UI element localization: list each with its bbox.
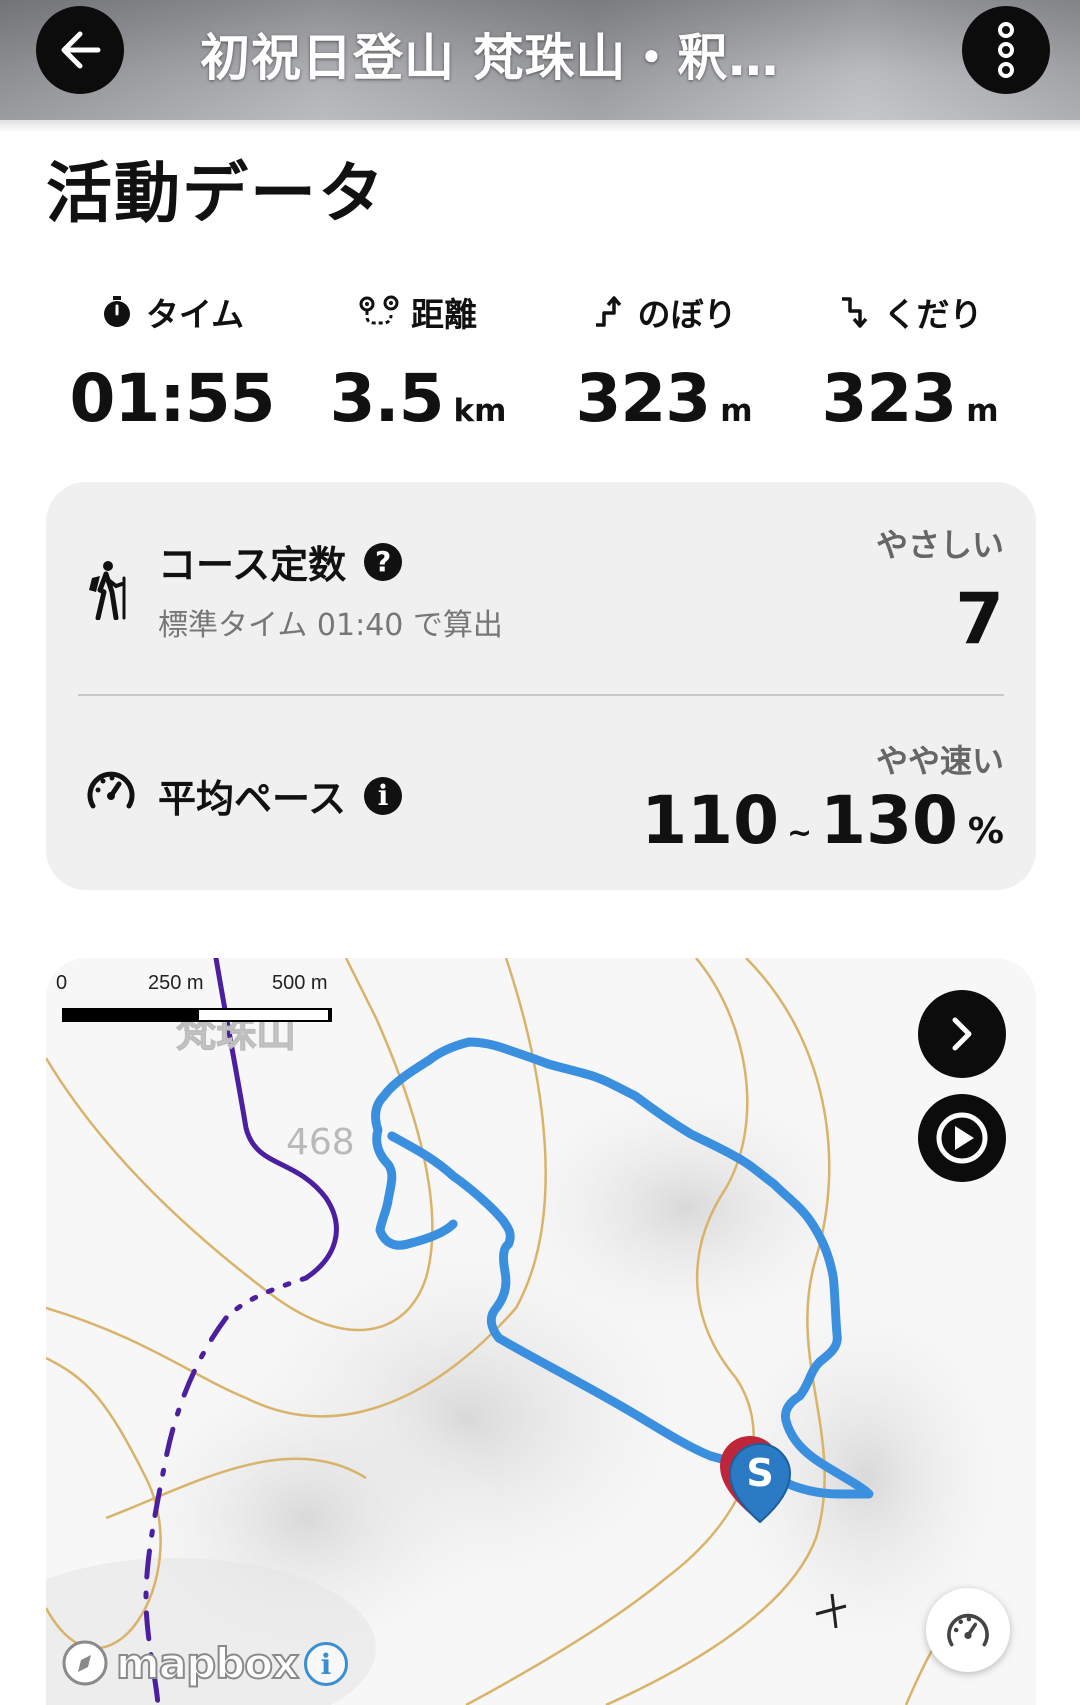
stat-unit: m (966, 393, 999, 429)
course-difficulty: やさしい (875, 526, 1004, 564)
replay-button[interactable] (918, 1094, 1006, 1182)
back-button[interactable] (36, 6, 124, 94)
page-title: 初祝日登山 梵珠山・釈… (200, 29, 780, 87)
expand-map-button[interactable] (918, 990, 1006, 1078)
course-constant-value: 7 (955, 578, 1004, 660)
course-constant-subtitle: 標準タイム 01:40 で算出 (158, 608, 503, 643)
stat-value: 323 (575, 360, 711, 437)
ascent-icon (595, 296, 621, 327)
map-info-button[interactable]: i (304, 1642, 348, 1686)
map-scale-bar (62, 1008, 332, 1022)
scale-label-0: 0 (56, 972, 68, 994)
descent-icon (841, 297, 867, 328)
stat-value: 3.5 (329, 360, 445, 437)
stat-distance: 距離 3.5 km (298, 290, 538, 437)
start-marker-label: S (746, 1451, 773, 1495)
info-icon[interactable]: i (364, 776, 403, 815)
stat-unit: m (720, 393, 753, 429)
mapbox-logo: mapbox (60, 1638, 300, 1689)
more-vertical-icon (998, 22, 1014, 78)
elevation-label: 468 (286, 1122, 355, 1163)
mapbox-icon (62, 1640, 108, 1686)
route-icon (359, 295, 399, 325)
section-title: 活動データ (46, 155, 386, 232)
chevron-right-icon (952, 1017, 972, 1051)
arrow-left-icon (61, 31, 101, 69)
play-circle-icon (936, 1112, 988, 1164)
help-icon[interactable]: ? (364, 542, 403, 581)
stat-unit: km (453, 393, 507, 429)
speedometer-icon (87, 771, 135, 809)
scale-label-500: 500 m (272, 972, 328, 994)
pace-rating: やや速い (875, 742, 1004, 780)
hiker-icon (89, 561, 126, 620)
stat-label: くだり (883, 295, 983, 334)
average-pace-value: 110 ~ 130 % (641, 782, 1004, 859)
course-pace-card: コース定数 ? 標準タイム 01:40 で算出 やさしい 7 平均ペース i や… (46, 482, 1036, 890)
stat-label: タイム (145, 295, 245, 334)
stat-descent: くだり 323 m (790, 290, 1030, 437)
course-constant-title: コース定数 ? (158, 534, 403, 589)
map-canvas: 梵珠山 468 S (46, 958, 1026, 1705)
scale-label-250: 250 m (148, 972, 204, 994)
speed-display-button[interactable] (926, 1588, 1010, 1672)
stat-value: 323 (821, 360, 957, 437)
route-map[interactable]: 梵珠山 468 S 0 250 m 500 m mapbox i (46, 958, 1036, 1705)
stat-value: 01:55 (69, 360, 275, 437)
average-pace-title: 平均ペース i (158, 768, 403, 823)
stat-ascent: のぼり 323 m (544, 290, 784, 437)
stopwatch-icon (103, 296, 130, 327)
speedometer-icon (947, 1613, 989, 1647)
stat-time: タイム 01:55 (52, 290, 292, 437)
header-shadow (0, 120, 1080, 132)
stat-label: 距離 (411, 295, 477, 334)
app-header: 初祝日登山 梵珠山・釈… (0, 0, 1080, 120)
card-divider (78, 694, 1004, 696)
more-options-button[interactable] (962, 6, 1050, 94)
stat-label: のぼり (637, 295, 737, 334)
